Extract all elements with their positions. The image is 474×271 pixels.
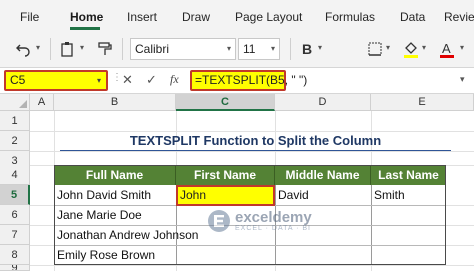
toolbar-separator bbox=[50, 38, 51, 60]
tab-draw[interactable]: Draw bbox=[182, 10, 210, 24]
expand-formula-bar-icon[interactable]: ▾ bbox=[460, 74, 465, 85]
exceldemy-logo-icon bbox=[208, 210, 230, 232]
chevron-down-icon: ▾ bbox=[270, 44, 275, 53]
bold-dropdown-icon[interactable]: ▾ bbox=[318, 43, 322, 52]
formula-input[interactable]: =TEXTSPLIT(B5, " ") bbox=[190, 70, 307, 91]
watermark-name: exceldemy bbox=[235, 208, 312, 226]
row-header-1[interactable]: 1 bbox=[0, 111, 30, 131]
undo-icon[interactable] bbox=[14, 40, 32, 58]
tab-home[interactable]: Home bbox=[70, 10, 103, 24]
tab-file[interactable]: File bbox=[20, 10, 39, 24]
font-size-value: 11 bbox=[243, 42, 256, 56]
column-header-b[interactable]: B bbox=[54, 94, 176, 111]
font-size-select[interactable]: 11 ▾ bbox=[238, 38, 280, 60]
worksheet-grid: A B C D E 1 2 3 4 5 6 7 8 9 TEXTSPLIT Fu… bbox=[0, 94, 474, 271]
toolbar-separator bbox=[290, 38, 291, 60]
select-all-icon bbox=[19, 100, 27, 108]
font-name-select[interactable]: Calibri ▾ bbox=[130, 38, 236, 60]
drag-handle-icon[interactable]: ⋮ bbox=[112, 72, 122, 83]
column-header-e[interactable]: E bbox=[371, 94, 474, 111]
name-box-value: C5 bbox=[10, 73, 26, 87]
toolbar-separator bbox=[122, 38, 123, 60]
ribbon-toolbar: ▾ ▾ Calibri ▾ 11 ▾ B ▾ ▾ ▾ A ▾ bbox=[0, 30, 474, 68]
undo-dropdown-icon[interactable]: ▾ bbox=[36, 43, 40, 52]
column-header-c[interactable]: C bbox=[176, 94, 275, 111]
fill-color-icon[interactable] bbox=[402, 40, 420, 58]
watermark-tagline: EXCEL · DATA · BI bbox=[235, 224, 311, 232]
paste-dropdown-icon[interactable]: ▾ bbox=[80, 43, 84, 52]
cancel-icon[interactable]: ✕ bbox=[122, 72, 133, 88]
chevron-down-icon: ▾ bbox=[96, 76, 101, 85]
column-header-a[interactable]: A bbox=[30, 94, 54, 111]
font-name-value: Calibri bbox=[135, 42, 170, 56]
format-painter-icon[interactable] bbox=[96, 40, 114, 58]
gridline bbox=[30, 151, 474, 152]
sheet-title[interactable]: TEXTSPLIT Function to Split the Column bbox=[60, 131, 451, 151]
bold-icon[interactable]: B bbox=[298, 40, 316, 58]
column-header-d[interactable]: D bbox=[275, 94, 371, 111]
paste-icon[interactable] bbox=[58, 40, 76, 58]
tab-data[interactable]: Data bbox=[400, 10, 425, 24]
row-header-6[interactable]: 6 bbox=[0, 205, 30, 225]
tab-formulas[interactable]: Formulas bbox=[325, 10, 375, 24]
enter-icon[interactable]: ✓ bbox=[146, 72, 157, 88]
select-all-button[interactable] bbox=[0, 94, 30, 111]
row-header-4[interactable]: 4 bbox=[0, 165, 30, 185]
row-header-9[interactable]: 9 bbox=[0, 265, 30, 271]
svg-text:A: A bbox=[442, 41, 451, 56]
watermark: exceldemy EXCEL · DATA · BI bbox=[208, 210, 312, 232]
formula-bar: C5 ▾ ⋮ ✕ ✓ fx =TEXTSPLIT(B5, " ") ▾ bbox=[0, 68, 474, 94]
gridline bbox=[30, 265, 474, 266]
tab-review[interactable]: Revie bbox=[444, 10, 474, 24]
font-color-icon[interactable]: A bbox=[438, 40, 456, 58]
watermark-text: exceldemy EXCEL · DATA · BI bbox=[235, 208, 312, 232]
tab-page-layout[interactable]: Page Layout bbox=[235, 10, 302, 24]
insert-function-button[interactable]: fx bbox=[170, 72, 179, 87]
fill-color-dropdown-icon[interactable]: ▾ bbox=[422, 43, 426, 52]
borders-icon[interactable] bbox=[366, 40, 384, 58]
ribbon-tabs: File Home Insert Draw Page Layout Formul… bbox=[0, 0, 474, 30]
chevron-down-icon: ▾ bbox=[226, 44, 231, 53]
row-header-8[interactable]: 8 bbox=[0, 245, 30, 265]
row-header-7[interactable]: 7 bbox=[0, 225, 30, 245]
row-header-2[interactable]: 2 bbox=[0, 131, 30, 151]
name-box[interactable]: C5 ▾ bbox=[4, 70, 108, 91]
row-header-5[interactable]: 5 bbox=[0, 185, 30, 205]
borders-dropdown-icon[interactable]: ▾ bbox=[386, 43, 390, 52]
tab-insert[interactable]: Insert bbox=[127, 10, 157, 24]
font-color-dropdown-icon[interactable]: ▾ bbox=[460, 43, 464, 52]
